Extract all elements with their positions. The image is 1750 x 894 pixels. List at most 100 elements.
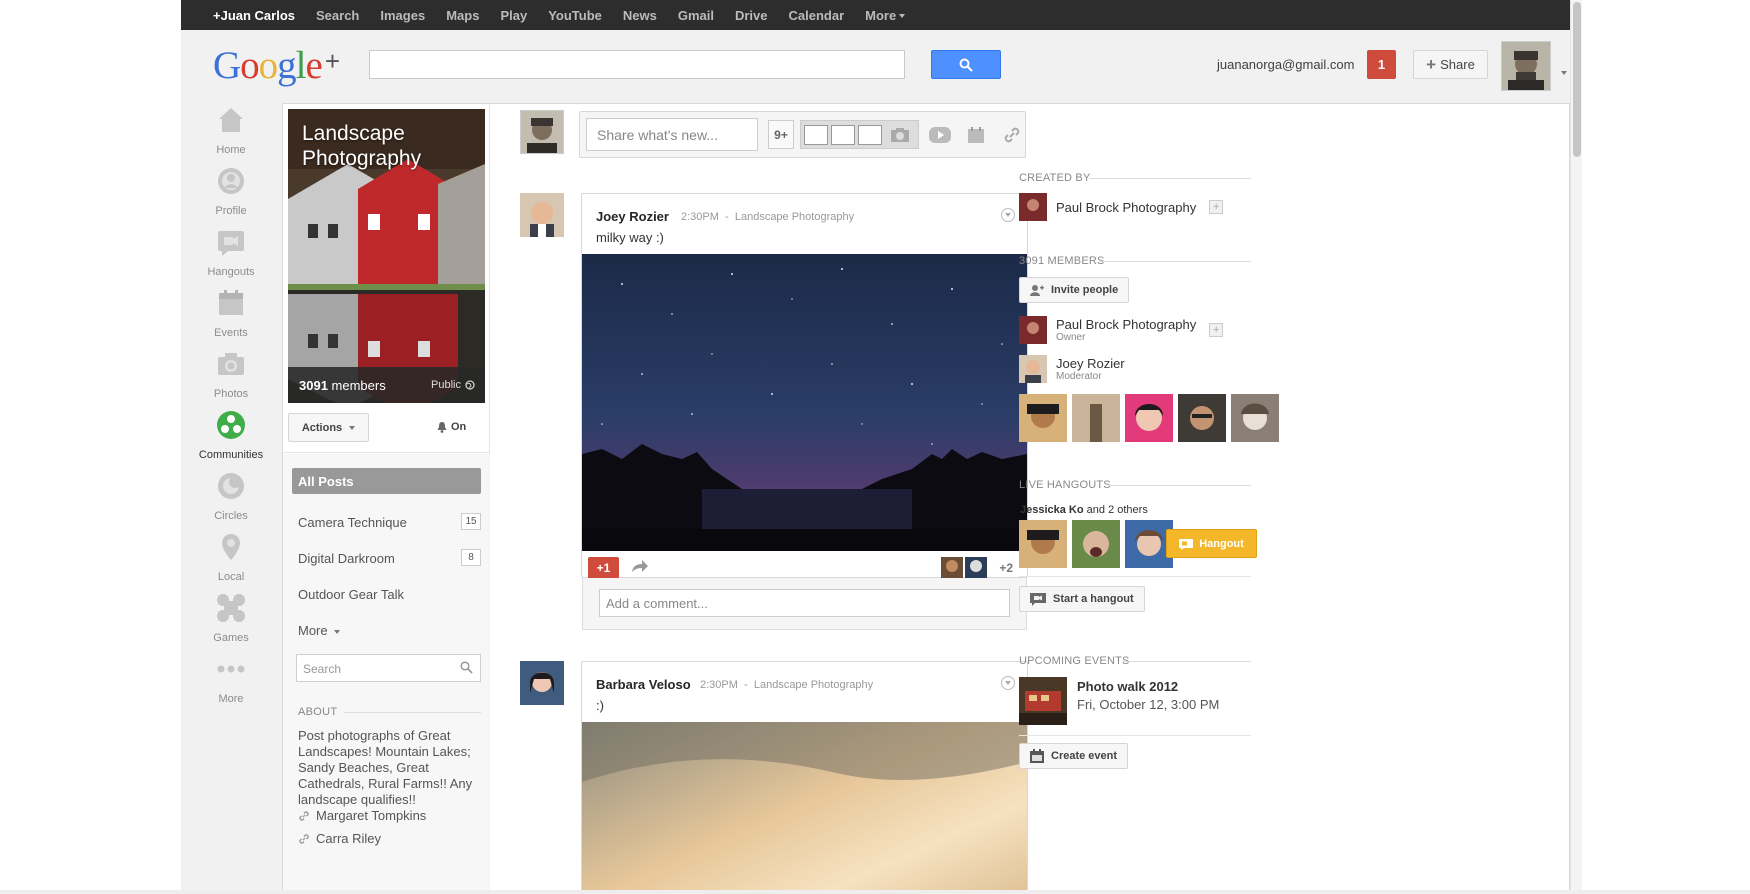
rail-item-home[interactable]: Home <box>181 105 281 156</box>
live-hangout-participants[interactable]: Jessicka Ko and 2 others <box>1020 504 1148 516</box>
category-all-posts[interactable]: All Posts <box>292 468 481 494</box>
community-cover-photo[interactable]: Landscape Photography 3091 members Publi… <box>288 109 485 403</box>
plus-oner-avatar[interactable] <box>965 557 987 579</box>
account-email[interactable]: juananorga@gmail.com <box>1217 57 1355 72</box>
post-photo[interactable] <box>582 722 1027 894</box>
rail-item-communities[interactable]: Communities <box>181 410 281 461</box>
post-community-link[interactable]: Landscape Photography <box>735 211 854 223</box>
add-comment-input[interactable]: Add a comment... <box>599 589 1010 617</box>
add-person-icon <box>1030 285 1044 296</box>
account-menu-chevron-icon[interactable] <box>1558 64 1567 82</box>
nav-maps-link[interactable]: Maps <box>446 8 479 23</box>
category-outdoor-gear-talk[interactable]: Outdoor Gear Talk <box>298 587 481 602</box>
rail-item-photos[interactable]: Photos <box>181 349 281 400</box>
nav-youtube-link[interactable]: YouTube <box>548 8 602 23</box>
plus-one-button[interactable]: +1 <box>588 557 619 579</box>
member-thumbnail[interactable] <box>1019 394 1067 442</box>
plus-oners-faces <box>941 557 987 579</box>
layout-icon[interactable] <box>831 124 855 145</box>
event-row[interactable]: Photo walk 2012 Fri, October 12, 3:00 PM <box>1019 677 1219 725</box>
reshare-arrow-icon[interactable] <box>631 560 649 578</box>
nav-news-link[interactable]: News <box>623 8 657 23</box>
rail-item-hangouts[interactable]: Hangouts <box>181 227 281 278</box>
nav-calendar-link[interactable]: Calendar <box>789 8 845 23</box>
event-icon[interactable] <box>961 120 991 149</box>
nav-profile-link[interactable]: +Juan Carlos <box>213 8 295 23</box>
globe-icon <box>465 380 475 390</box>
post-community-link[interactable]: Landscape Photography <box>754 679 873 691</box>
header-share-button[interactable]: + Share <box>1413 50 1488 79</box>
nav-play-link[interactable]: Play <box>500 8 527 23</box>
member-row-owner[interactable]: Paul Brock Photography Owner + <box>1019 316 1224 344</box>
calendar-icon <box>1030 749 1044 763</box>
share-whats-new-input[interactable]: Share what's new... <box>586 118 758 151</box>
category-digital-darkroom[interactable]: Digital Darkroom 8 <box>298 549 481 566</box>
sharebox-count-badge[interactable]: 9+ <box>768 120 794 149</box>
post-author-name[interactable]: Joey Rozier <box>596 209 669 224</box>
join-hangout-button[interactable]: Hangout <box>1166 529 1257 558</box>
rail-item-circles[interactable]: Circles <box>181 471 281 522</box>
post-author-avatar[interactable] <box>520 193 564 237</box>
member-thumbnail[interactable] <box>1231 394 1279 442</box>
actions-dropdown-button[interactable]: Actions <box>288 413 369 442</box>
camera-icon[interactable] <box>885 120 915 149</box>
rail-item-more[interactable]: More <box>181 654 281 705</box>
member-thumbnail[interactable] <box>1178 394 1226 442</box>
search-input[interactable] <box>369 50 905 79</box>
hangout-video-icon <box>1179 538 1194 550</box>
rail-item-profile[interactable]: Profile <box>181 166 281 217</box>
nav-more-link[interactable]: More <box>865 8 906 23</box>
nav-search-link[interactable]: Search <box>316 8 359 23</box>
notification-count-badge[interactable]: 1 <box>1367 50 1396 79</box>
member-row-moderator[interactable]: Joey Rozier Moderator <box>1019 355 1125 383</box>
notifications-toggle[interactable]: On <box>437 421 466 433</box>
about-link[interactable]: Margaret Tompkins <box>298 808 426 823</box>
member-thumbnail[interactable] <box>1125 394 1173 442</box>
post-time[interactable]: 2:30PM <box>700 679 738 691</box>
community-member-count[interactable]: 3091 members <box>299 378 386 393</box>
rail-item-games[interactable]: Games <box>181 593 281 644</box>
nav-images-link[interactable]: Images <box>380 8 425 23</box>
create-event-button[interactable]: Create event <box>1019 743 1129 769</box>
member-thumbnail[interactable] <box>1072 394 1120 442</box>
post-options-chevron-icon[interactable] <box>1001 676 1015 690</box>
link-icon <box>299 833 309 844</box>
layout-icon[interactable] <box>804 124 828 145</box>
video-icon[interactable] <box>925 120 955 149</box>
post-time[interactable]: 2:30PM <box>681 211 719 223</box>
post-author-avatar[interactable] <box>520 661 564 705</box>
nav-gmail-link[interactable]: Gmail <box>678 8 714 23</box>
participant-thumbnail[interactable] <box>1072 520 1120 568</box>
post-author-name[interactable]: Barbara Veloso <box>596 677 691 692</box>
post-options-chevron-icon[interactable] <box>1001 208 1015 222</box>
about-link[interactable]: Carra Riley <box>298 831 381 846</box>
plus-oners-more-count[interactable]: +2 <box>999 561 1013 575</box>
page-scrollbar[interactable] <box>1570 0 1582 894</box>
invite-people-button[interactable]: Invite people <box>1019 277 1130 303</box>
creator-row[interactable]: Paul Brock Photography + <box>1019 193 1224 221</box>
start-hangout-button[interactable]: Start a hangout <box>1019 586 1145 612</box>
search-button[interactable] <box>931 50 1001 79</box>
my-avatar-image <box>521 111 563 153</box>
community-search-input[interactable]: Search <box>296 654 481 682</box>
nav-drive-link[interactable]: Drive <box>735 8 768 23</box>
google-plus-logo[interactable]: Google + <box>213 43 340 88</box>
hangout-video-icon <box>1030 592 1046 606</box>
post-photo[interactable] <box>582 254 1027 551</box>
my-avatar[interactable] <box>520 110 564 154</box>
scrollbar-thumb[interactable] <box>1573 2 1581 157</box>
link-icon[interactable] <box>997 120 1027 149</box>
layout-icon[interactable] <box>858 124 882 145</box>
participant-thumbnail[interactable] <box>1019 520 1067 568</box>
add-to-circles-icon[interactable]: + <box>1209 323 1224 337</box>
member-avatar <box>1019 316 1047 344</box>
community-search-placeholder: Search <box>303 662 342 676</box>
add-to-circles-icon[interactable]: + <box>1209 200 1224 214</box>
rail-item-local[interactable]: Local <box>181 532 281 583</box>
plus-oner-avatar[interactable] <box>941 557 963 579</box>
account-avatar[interactable] <box>1501 41 1551 91</box>
search-icon <box>959 58 973 72</box>
category-camera-technique[interactable]: Camera Technique 15 <box>298 513 481 530</box>
rail-item-events[interactable]: Events <box>181 288 281 339</box>
category-more[interactable]: More <box>298 623 481 638</box>
